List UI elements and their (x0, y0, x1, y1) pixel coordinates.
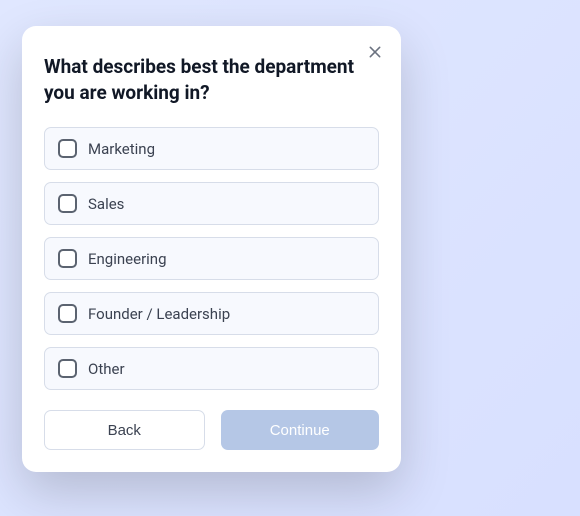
department-modal: What describes best the department you a… (22, 26, 401, 472)
checkbox-icon (58, 359, 77, 378)
option-label: Other (88, 360, 125, 378)
checkbox-icon (58, 194, 77, 213)
option-label: Marketing (88, 140, 155, 158)
close-button[interactable] (363, 40, 387, 64)
checkbox-icon (58, 139, 77, 158)
modal-footer: Back Continue (44, 410, 379, 450)
option-other[interactable]: Other (44, 347, 379, 390)
option-sales[interactable]: Sales (44, 182, 379, 225)
option-engineering[interactable]: Engineering (44, 237, 379, 280)
option-label: Engineering (88, 250, 167, 268)
checkbox-icon (58, 304, 77, 323)
option-founder-leadership[interactable]: Founder / Leadership (44, 292, 379, 335)
checkbox-icon (58, 249, 77, 268)
continue-button[interactable]: Continue (221, 410, 380, 450)
modal-title: What describes best the department you a… (44, 54, 379, 105)
back-button[interactable]: Back (44, 410, 205, 450)
close-icon (367, 44, 383, 60)
option-label: Sales (88, 195, 124, 213)
option-label: Founder / Leadership (88, 305, 230, 323)
option-marketing[interactable]: Marketing (44, 127, 379, 170)
options-list: Marketing Sales Engineering Founder / Le… (44, 127, 379, 390)
